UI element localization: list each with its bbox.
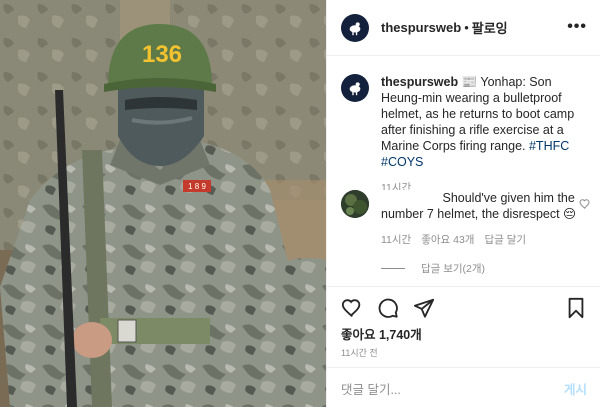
post-photo[interactable]: 1 8 9 136 — [0, 0, 326, 407]
comment-text: Should've given him the number 7 helmet,… — [381, 190, 577, 222]
post-comment-button[interactable]: 게시 — [564, 379, 587, 398]
comment: Should've given him the number 7 helmet,… — [341, 190, 591, 276]
commenter-avatar-graphic — [341, 190, 369, 218]
comment-like-icon[interactable] — [579, 198, 591, 210]
comment-likes[interactable]: 좋아요 43개 — [421, 232, 474, 247]
profile-avatar[interactable] — [341, 13, 369, 42]
more-options-icon[interactable]: ••• — [567, 18, 587, 36]
view-replies[interactable]: 답글 보기(2개) — [381, 261, 591, 276]
commenter-username[interactable] — [381, 190, 439, 202]
heart-icon[interactable] — [341, 297, 363, 319]
caption-text: thespursweb 📰 Yonhap: Son Heung-min wear… — [381, 74, 591, 170]
bookmark-icon[interactable] — [565, 297, 587, 319]
comment-meta: 11시간 좋아요 43개 답글 달기 — [381, 232, 591, 247]
post-photo-graphic: 1 8 9 136 — [0, 0, 326, 407]
spurs-logo-icon — [349, 82, 361, 96]
comment-input[interactable]: 댓글 달기... — [341, 379, 401, 398]
caption: thespursweb 📰 Yonhap: Son Heung-min wear… — [341, 74, 591, 195]
likes-count[interactable]: 좋아요 1,740개 — [341, 324, 422, 343]
posted-time: 11시간 전 — [341, 348, 378, 358]
commenter-avatar[interactable] — [341, 190, 369, 218]
post-actions: 좋아요 1,740개 11시간 전 댓글 달기... 게시 — [327, 286, 600, 407]
share-icon[interactable] — [413, 297, 435, 319]
caption-avatar[interactable] — [341, 74, 369, 102]
caption-username[interactable]: thespursweb — [381, 75, 458, 89]
comment-time: 11시간 — [381, 234, 412, 246]
helmet-number: 136 — [142, 41, 182, 68]
spurs-logo-icon — [349, 21, 361, 35]
post-side-panel: thespursweb • 팔로잉 ••• thespursweb 📰 Yonh… — [326, 0, 600, 407]
view-replies-label[interactable]: 답글 보기(2개) — [421, 261, 485, 276]
header-separator: • — [464, 20, 469, 35]
header-username[interactable]: thespursweb — [381, 20, 461, 35]
reply-button[interactable]: 답글 달기 — [484, 232, 526, 247]
following-button[interactable]: 팔로잉 — [472, 18, 508, 37]
replies-divider — [381, 268, 405, 269]
post-header: thespursweb • 팔로잉 ••• — [327, 0, 600, 56]
action-icons — [341, 297, 435, 319]
patch-text: 1 8 9 — [188, 182, 206, 191]
add-comment-bar: 댓글 달기... 게시 — [327, 367, 600, 407]
comment-icon[interactable] — [377, 297, 399, 319]
